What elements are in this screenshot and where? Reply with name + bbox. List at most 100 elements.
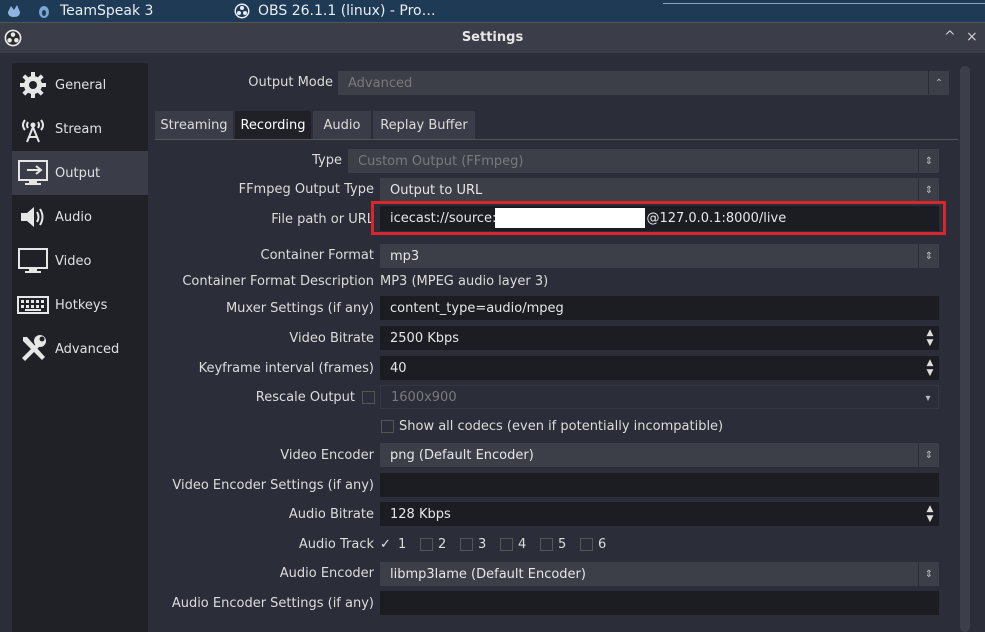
tab-audio[interactable]: Audio bbox=[313, 111, 371, 139]
sidebar-item-hotkeys[interactable]: Hotkeys bbox=[12, 283, 148, 327]
video-bitrate-label: Video Bitrate bbox=[289, 331, 374, 346]
type-select[interactable]: Custom Output (FFmpeg) ⇕ bbox=[348, 149, 939, 173]
close-icon[interactable]: × bbox=[966, 29, 978, 45]
output-mode-value: Advanced bbox=[348, 75, 413, 91]
window-title: Settings bbox=[461, 30, 524, 45]
container-format-select[interactable]: mp3 ⇕ bbox=[380, 244, 939, 268]
audio-track-4-label: 4 bbox=[518, 537, 527, 552]
audio-bitrate-label: Audio Bitrate bbox=[288, 507, 374, 522]
tab-recording[interactable]: Recording bbox=[235, 111, 311, 139]
muxer-input[interactable]: content_type=audio/mpeg bbox=[380, 296, 939, 320]
sidebar-item-label: Audio bbox=[55, 209, 92, 225]
maximize-icon[interactable]: ^ bbox=[944, 29, 956, 45]
spin-arrows-icon[interactable]: ▲ ▼ bbox=[921, 502, 939, 526]
taskbar-item-teamspeak[interactable]: TeamSpeak 3 bbox=[36, 0, 153, 22]
tab-streaming[interactable]: Streaming bbox=[155, 111, 233, 139]
video-bitrate-spinbox[interactable]: 2500 Kbps ▲ ▼ bbox=[380, 326, 939, 350]
taskbar-item-label: OBS 26.1.1 (linux) - Pro… bbox=[258, 3, 436, 19]
audio-track-5-checkbox[interactable] bbox=[540, 538, 553, 551]
audio-track-2-checkbox[interactable] bbox=[420, 538, 433, 551]
tab-replay-buffer[interactable]: Replay Buffer bbox=[373, 111, 475, 139]
sidebar-item-audio[interactable]: Audio bbox=[12, 195, 148, 239]
audio-track-4-checkbox[interactable] bbox=[500, 538, 513, 551]
video-encoder-settings-label: Video Encoder Settings (if any) bbox=[172, 478, 374, 493]
audio-bitrate-spinbox[interactable]: 128 Kbps ▲ ▼ bbox=[380, 502, 939, 526]
sidebar-item-advanced[interactable]: Advanced bbox=[12, 327, 148, 371]
keyframe-label: Keyframe interval (frames) bbox=[198, 361, 374, 376]
output-mode-select[interactable]: Advanced ⌃ bbox=[338, 71, 949, 95]
container-desc-value: MP3 (MPEG audio layer 3) bbox=[380, 274, 549, 289]
audio-track-1-check[interactable]: ✓ bbox=[380, 537, 391, 552]
spin-arrows-icon[interactable]: ▲ ▼ bbox=[921, 356, 939, 380]
muxer-label: Muxer Settings (if any) bbox=[225, 301, 374, 316]
taskbar: TeamSpeak 3 OBS 26.1.1 (linux) - Pro… bbox=[0, 0, 985, 22]
ffmpeg-output-type-label: FFmpeg Output Type bbox=[238, 182, 374, 197]
rescale-label: Rescale Output bbox=[255, 390, 355, 405]
audio-track-3-label: 3 bbox=[478, 537, 487, 552]
vertical-scrollbar[interactable] bbox=[960, 66, 970, 632]
rescale-checkbox[interactable] bbox=[362, 391, 375, 404]
sidebar-item-stream[interactable]: Stream bbox=[12, 107, 148, 151]
audio-encoder-select[interactable]: libmp3lame (Default Encoder) ⇕ bbox=[380, 562, 939, 586]
sidebar-item-label: Advanced bbox=[55, 341, 120, 357]
show-codecs-checkbox[interactable] bbox=[381, 420, 394, 433]
video-encoder-settings-input[interactable] bbox=[380, 473, 939, 497]
ffmpeg-output-type-select[interactable]: Output to URL ⇕ bbox=[380, 178, 939, 202]
speaker-icon bbox=[16, 200, 50, 234]
obs-icon bbox=[234, 3, 250, 19]
audio-track-1-label: 1 bbox=[398, 537, 407, 552]
audio-track-5-label: 5 bbox=[558, 537, 567, 552]
audio-encoder-settings-label: Audio Encoder Settings (if any) bbox=[171, 596, 374, 611]
container-format-label: Container Format bbox=[260, 248, 374, 263]
taskbar-tray bbox=[663, 0, 985, 4]
sidebar-item-label: Hotkeys bbox=[55, 297, 108, 313]
video-bitrate-value: 2500 Kbps bbox=[390, 330, 460, 346]
updown-icon: ⌃ bbox=[928, 71, 949, 95]
video-encoder-select[interactable]: png (Default Encoder) ⇕ bbox=[380, 443, 939, 467]
rescale-select[interactable]: 1600x900 ▾ bbox=[380, 385, 939, 409]
updown-icon: ⇕ bbox=[918, 149, 939, 173]
sidebar-item-label: General bbox=[55, 77, 107, 93]
updown-icon: ⇕ bbox=[918, 244, 939, 268]
taskbar-item-obs[interactable]: OBS 26.1.1 (linux) - Pro… bbox=[234, 0, 436, 22]
antenna-icon bbox=[16, 112, 50, 146]
updown-icon: ⇕ bbox=[918, 443, 939, 467]
audio-encoder-value: libmp3lame (Default Encoder) bbox=[390, 566, 586, 582]
monitor-icon bbox=[16, 244, 50, 278]
keyframe-value: 40 bbox=[390, 360, 407, 376]
spin-arrows-icon[interactable]: ▲ ▼ bbox=[921, 326, 939, 350]
sidebar-item-label: Output bbox=[55, 165, 101, 181]
video-encoder-label: Video Encoder bbox=[280, 448, 374, 463]
output-monitor-icon bbox=[16, 156, 50, 190]
show-codecs-label: Show all codecs (even if potentially inc… bbox=[399, 419, 724, 434]
audio-encoder-label: Audio Encoder bbox=[279, 566, 374, 581]
video-encoder-value: png (Default Encoder) bbox=[390, 447, 534, 463]
sidebar-item-general[interactable]: General bbox=[12, 63, 148, 107]
audio-track-6-label: 6 bbox=[598, 537, 607, 552]
audio-bitrate-value: 128 Kbps bbox=[390, 506, 451, 522]
keyboard-icon bbox=[16, 288, 50, 322]
settings-sidebar: General Stream Output Audio Video Hotkey… bbox=[12, 63, 148, 632]
ffmpeg-output-type-value: Output to URL bbox=[390, 182, 483, 198]
audio-encoder-settings-input[interactable] bbox=[380, 591, 939, 615]
tools-icon bbox=[16, 332, 50, 366]
rescale-value: 1600x900 bbox=[391, 389, 457, 405]
audio-track-label: Audio Track bbox=[298, 537, 374, 552]
teamspeak-icon bbox=[36, 3, 52, 19]
sidebar-item-label: Stream bbox=[55, 121, 103, 137]
audio-track-6-checkbox[interactable] bbox=[580, 538, 593, 551]
output-mode-label: Output Mode bbox=[248, 75, 333, 90]
file-path-label: File path or URL bbox=[271, 212, 374, 227]
gear-icon bbox=[16, 68, 50, 102]
keyframe-spinbox[interactable]: 40 ▲ ▼ bbox=[380, 356, 939, 380]
updown-icon: ⇕ bbox=[918, 178, 939, 202]
sidebar-item-label: Video bbox=[55, 253, 92, 269]
audio-track-3-checkbox[interactable] bbox=[460, 538, 473, 551]
type-label: Type bbox=[312, 153, 342, 168]
type-value: Custom Output (FFmpeg) bbox=[358, 153, 524, 169]
chevron-down-icon: ▾ bbox=[925, 392, 931, 404]
sidebar-item-video[interactable]: Video bbox=[12, 239, 148, 283]
app-menu-icon[interactable] bbox=[6, 3, 22, 19]
sidebar-item-output[interactable]: Output bbox=[12, 151, 148, 195]
container-desc-label: Container Format Description bbox=[182, 274, 374, 289]
